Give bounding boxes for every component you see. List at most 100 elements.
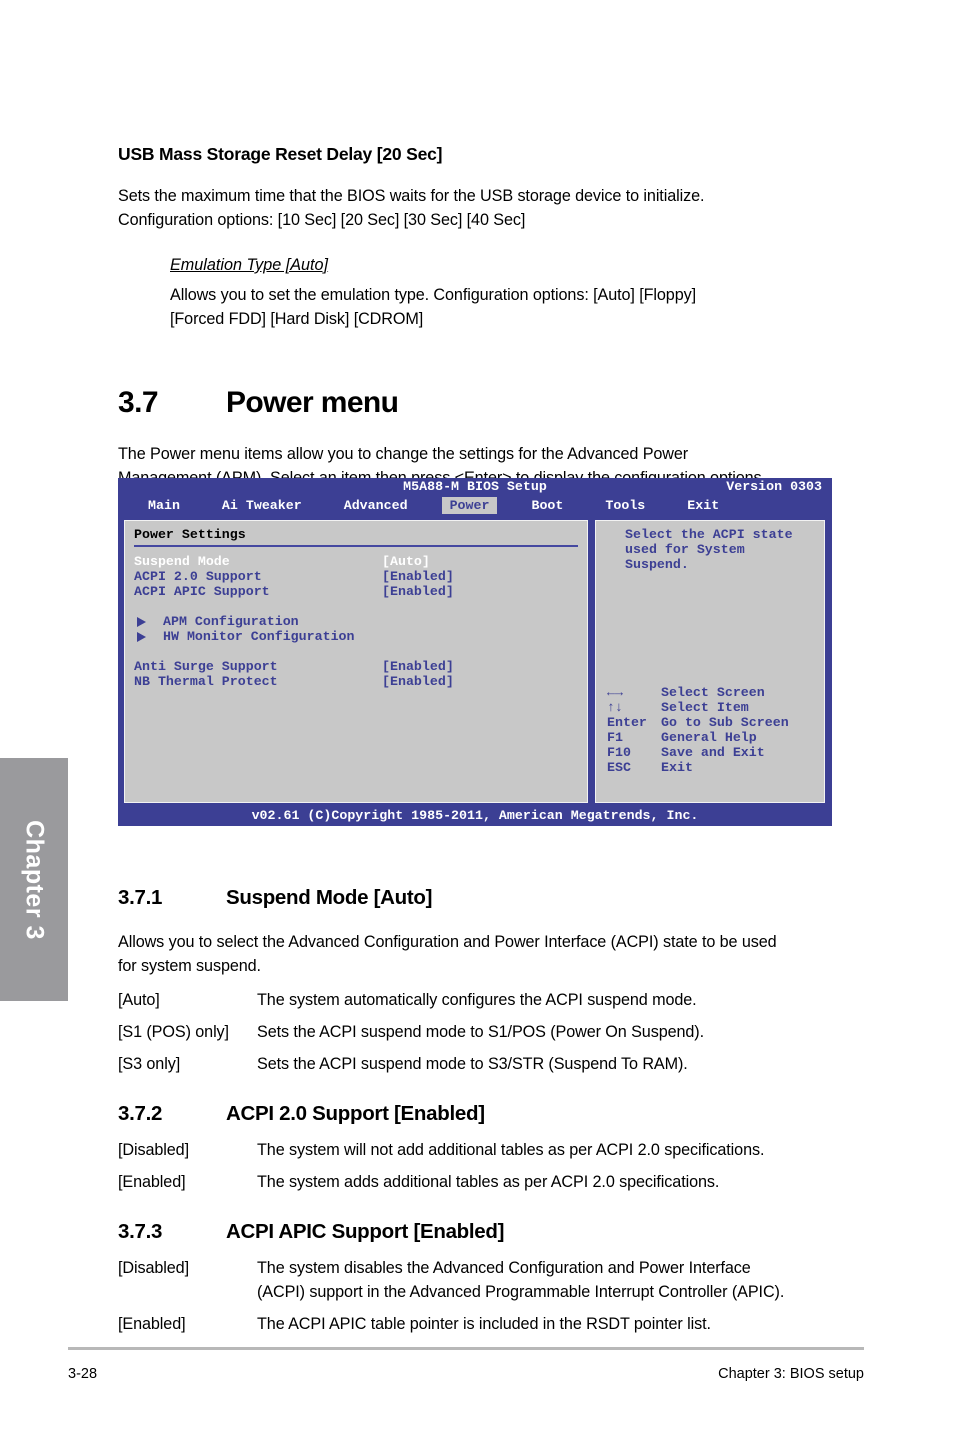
section-371-intro-line2: for system suspend. <box>118 957 261 975</box>
bios-setting-label: ACPI APIC Support <box>134 584 270 599</box>
emulation-type-line1: Allows you to set the emulation type. Co… <box>170 286 696 304</box>
option-desc-line2: (ACPI) support in the Advanced Programma… <box>257 1283 785 1301</box>
bios-tab-boot[interactable]: Boot <box>523 497 571 514</box>
section-371-options: [Auto] The system automatically configur… <box>118 988 848 1076</box>
bios-setting-label: NB Thermal Protect <box>134 674 278 689</box>
bios-row-spacer <box>134 599 578 614</box>
bios-setting-row-suspend-mode[interactable]: Suspend Mode [Auto] <box>134 554 578 569</box>
usb-reset-delay-para-line2: Configuration options: [10 Sec] [20 Sec]… <box>118 211 526 229</box>
option-desc: The system adds additional tables as per… <box>257 1173 720 1191</box>
bios-setting-row-acpi-apic-support[interactable]: ACPI APIC Support [Enabled] <box>134 584 578 599</box>
chapter-tab: Chapter 3 <box>0 758 68 1001</box>
option-desc: The ACPI APIC table pointer is included … <box>257 1315 711 1333</box>
key-legend-key: F10 <box>607 745 631 760</box>
key-legend-key: F1 <box>607 730 623 745</box>
bios-submenu-hw-monitor-configuration[interactable]: HW Monitor Configuration <box>134 629 578 644</box>
bios-help-text: Select the ACPI state used for System Su… <box>607 527 815 572</box>
bios-title-row: M5A88-M BIOS Setup Version 0303 <box>118 478 832 495</box>
bios-settings-panel: Power Settings Suspend Mode [Auto] ACPI … <box>123 519 589 804</box>
option-row: [Auto] The system automatically configur… <box>118 988 848 1012</box>
bios-body: Power Settings Suspend Mode [Auto] ACPI … <box>118 515 832 806</box>
bios-tab-power[interactable]: Power <box>441 496 498 514</box>
bios-setup-title: M5A88-M BIOS Setup <box>403 479 547 494</box>
bios-setting-row-anti-surge-support[interactable]: Anti Surge Support [Enabled] <box>134 659 578 674</box>
bios-key-legend: ←→ Select Screen ↑↓ Select Item Enter Go… <box>607 685 789 775</box>
key-legend-row: Enter Go to Sub Screen <box>607 715 789 730</box>
bios-tab-ai-tweaker[interactable]: Ai Tweaker <box>214 497 310 514</box>
option-row: [Enabled] The ACPI APIC table pointer is… <box>118 1312 848 1336</box>
usb-reset-delay-para-line1: Sets the maximum time that the BIOS wait… <box>118 187 705 205</box>
arrows-up-down-icon: ↑↓ <box>607 700 623 715</box>
section-372-title: ACPI 2.0 Support [Enabled] <box>226 1102 485 1125</box>
option-row: [S3 only] Sets the ACPI suspend mode to … <box>118 1052 848 1076</box>
emulation-type-heading: Emulation Type [Auto] <box>170 256 329 274</box>
option-desc: Sets the ACPI suspend mode to S3/STR (Su… <box>257 1055 688 1073</box>
arrows-left-right-icon: ←→ <box>607 685 623 700</box>
bios-screenshot: M5A88-M BIOS Setup Version 0303 Main Ai … <box>118 478 832 826</box>
triangle-right-icon <box>137 616 146 627</box>
bios-setting-row-acpi-20-support[interactable]: ACPI 2.0 Support [Enabled] <box>134 569 578 584</box>
chapter-tab-label: Chapter 3 <box>20 819 49 940</box>
section-373-number: 3.7.3 <box>118 1220 163 1243</box>
bios-row-spacer <box>134 644 578 659</box>
section-372-heading: 3.7.2 ACPI 2.0 Support [Enabled] <box>118 1102 848 1126</box>
section-371-intro-line1: Allows you to select the Advanced Config… <box>118 933 777 951</box>
option-desc: Sets the ACPI suspend mode to S1/POS (Po… <box>257 1023 704 1041</box>
option-row: [Disabled] The system will not add addit… <box>118 1138 848 1162</box>
section-371-number: 3.7.1 <box>118 886 163 909</box>
bios-setting-row-nb-thermal-protect[interactable]: NB Thermal Protect [Enabled] <box>134 674 578 689</box>
bios-menu-bar: Main Ai Tweaker Advanced Power Boot Tool… <box>118 495 832 515</box>
section-373-heading: 3.7.3 ACPI APIC Support [Enabled] <box>118 1220 848 1244</box>
section-371-title: Suspend Mode [Auto] <box>226 886 433 909</box>
option-term: [Enabled] <box>118 1315 186 1333</box>
bios-setting-label: ACPI 2.0 Support <box>134 569 262 584</box>
footer-page-number: 3-28 <box>68 1366 98 1382</box>
option-term: [Auto] <box>118 991 160 1009</box>
bios-version: Version 0303 <box>726 479 822 494</box>
bios-submenu-apm-configuration[interactable]: APM Configuration <box>134 614 578 629</box>
key-legend-row: F1 General Help <box>607 730 789 745</box>
option-term: [Disabled] <box>118 1141 189 1159</box>
bios-submenu-label: APM Configuration <box>163 614 299 629</box>
bios-tab-tools[interactable]: Tools <box>597 497 653 514</box>
power-menu-intro-line1: The Power menu items allow you to change… <box>118 445 689 463</box>
power-menu-title: Power menu <box>226 386 399 419</box>
section-371-heading: 3.7.1 Suspend Mode [Auto] <box>118 886 848 910</box>
bios-help-panel: Select the ACPI state used for System Su… <box>594 519 826 804</box>
section-372-options: [Disabled] The system will not add addit… <box>118 1138 848 1194</box>
bios-tab-main[interactable]: Main <box>140 497 188 514</box>
bios-setting-value: [Enabled] <box>382 584 454 599</box>
option-desc: The system disables the Advanced Configu… <box>257 1256 848 1304</box>
key-legend-action: Save and Exit <box>661 745 765 760</box>
key-legend-key: Enter <box>607 715 647 730</box>
key-legend-row: ↑↓ Select Item <box>607 700 789 715</box>
option-row: [S1 (POS) only] Sets the ACPI suspend mo… <box>118 1020 848 1044</box>
section-373-title: ACPI APIC Support [Enabled] <box>226 1220 505 1243</box>
bios-help-line1: Select the ACPI state <box>625 527 793 542</box>
key-legend-action: Exit <box>661 760 693 775</box>
bios-tab-advanced[interactable]: Advanced <box>336 497 416 514</box>
bios-setting-value: [Enabled] <box>382 569 454 584</box>
power-menu-number: 3.7 <box>118 386 159 419</box>
bios-tab-exit[interactable]: Exit <box>679 497 727 514</box>
option-row: [Enabled] The system adds additional tab… <box>118 1170 848 1194</box>
section-372-number: 3.7.2 <box>118 1102 163 1125</box>
bios-help-line2: used for System <box>625 542 745 557</box>
option-term: [Disabled] <box>118 1259 189 1277</box>
usb-reset-delay-heading: USB Mass Storage Reset Delay [20 Sec] <box>118 144 443 164</box>
bios-submenu-label: HW Monitor Configuration <box>163 629 355 644</box>
option-desc: The system will not add additional table… <box>257 1141 765 1159</box>
bios-setting-label: Suspend Mode <box>134 554 230 569</box>
option-term: [S3 only] <box>118 1055 181 1073</box>
footer-divider <box>68 1347 864 1350</box>
bios-copyright-footer: v02.61 (C)Copyright 1985-2011, American … <box>118 806 832 826</box>
bios-help-line3: Suspend. <box>625 557 689 572</box>
option-term: [Enabled] <box>118 1173 186 1191</box>
key-legend-action: Go to Sub Screen <box>661 715 789 730</box>
power-menu-heading: 3.7 Power menu <box>118 386 848 420</box>
option-term: [S1 (POS) only] <box>118 1023 229 1041</box>
bios-setting-label: Anti Surge Support <box>134 659 278 674</box>
key-legend-row: ←→ Select Screen <box>607 685 789 700</box>
footer-chapter-label: Chapter 3: BIOS setup <box>718 1366 864 1382</box>
section-373-options: [Disabled] The system disables the Advan… <box>118 1256 848 1336</box>
